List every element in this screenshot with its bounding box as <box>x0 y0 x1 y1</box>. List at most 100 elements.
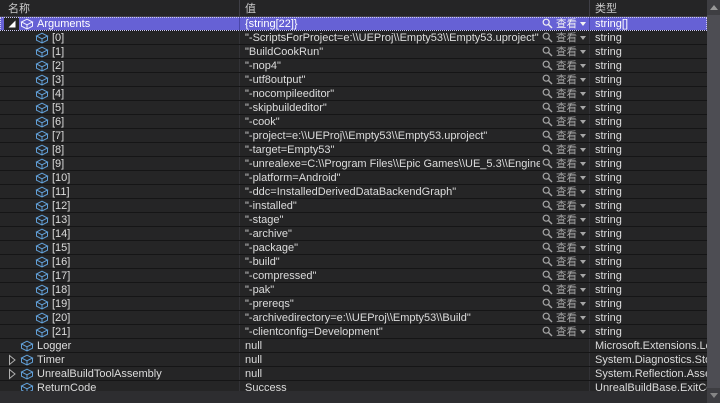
variable-name: Arguments <box>37 18 90 30</box>
table-row[interactable]: [3]"-utf8output"查看string <box>0 73 707 87</box>
view-value-button[interactable]: 查看 <box>540 101 589 114</box>
column-header-value[interactable]: 值 <box>240 0 590 16</box>
type-cell: string <box>590 227 707 240</box>
table-row[interactable]: Arguments{string[22]}查看string[] <box>0 17 707 31</box>
table-row[interactable]: [11]"-ddc=InstalledDerivedDataBackendGra… <box>0 185 707 199</box>
table-row[interactable]: [9]"-unrealexe=C:\\Program Files\\Epic G… <box>0 157 707 171</box>
view-value-button[interactable]: 查看 <box>540 325 589 338</box>
tree-expander[interactable] <box>4 17 19 30</box>
table-row[interactable]: [16]"-build"查看string <box>0 255 707 269</box>
view-dropdown-icon[interactable] <box>580 260 586 264</box>
view-value-button[interactable]: 查看 <box>540 185 589 198</box>
view-dropdown-icon[interactable] <box>580 232 586 236</box>
view-value-button[interactable]: 查看 <box>540 255 589 268</box>
table-row[interactable]: [12]"-installed"查看string <box>0 199 707 213</box>
view-dropdown-icon[interactable] <box>580 204 586 208</box>
variable-name: [9] <box>52 158 64 170</box>
view-dropdown-icon[interactable] <box>580 148 586 152</box>
tree-expander[interactable] <box>4 367 19 380</box>
view-dropdown-icon[interactable] <box>580 22 586 26</box>
column-header-name[interactable]: 名称 <box>0 0 240 16</box>
table-row[interactable]: [10]"-platform=Android"查看string <box>0 171 707 185</box>
view-value-button[interactable]: 查看 <box>540 115 589 128</box>
view-dropdown-icon[interactable] <box>580 330 586 334</box>
tree-expander[interactable] <box>4 353 19 366</box>
type-cell: Microsoft.Extensions.Lo... <box>590 339 707 352</box>
view-value-button[interactable]: 查看 <box>540 269 589 282</box>
field-icon-box <box>35 228 49 240</box>
view-value-button[interactable]: 查看 <box>540 45 589 58</box>
view-value-button[interactable]: 查看 <box>540 199 589 212</box>
field-icon-box <box>35 88 49 100</box>
vertical-scrollbar[interactable] <box>707 0 720 403</box>
view-dropdown-icon[interactable] <box>580 218 586 222</box>
view-dropdown-icon[interactable] <box>580 134 586 138</box>
view-dropdown-icon[interactable] <box>580 190 586 194</box>
scroll-up-button[interactable] <box>707 0 720 15</box>
variable-name: [4] <box>52 88 64 100</box>
view-dropdown-icon[interactable] <box>580 106 586 110</box>
magnifier-icon <box>542 32 553 43</box>
variable-name: [16] <box>52 256 70 268</box>
view-value-button[interactable]: 查看 <box>540 283 589 296</box>
view-value-button[interactable]: 查看 <box>540 227 589 240</box>
view-value-button[interactable]: 查看 <box>540 297 589 310</box>
view-dropdown-icon[interactable] <box>580 302 586 306</box>
value-cell: null <box>240 353 590 366</box>
view-dropdown-icon[interactable] <box>580 176 586 180</box>
table-row[interactable]: [19]"-prereqs"查看string <box>0 297 707 311</box>
view-value-button[interactable]: 查看 <box>540 171 589 184</box>
view-dropdown-icon[interactable] <box>580 36 586 40</box>
table-row[interactable]: [14]"-archive"查看string <box>0 227 707 241</box>
view-value-button[interactable]: 查看 <box>540 241 589 254</box>
view-value-button[interactable]: 查看 <box>540 31 589 44</box>
view-value-button[interactable]: 查看 <box>540 129 589 142</box>
table-row[interactable]: [8]"-target=Empty53"查看string <box>0 143 707 157</box>
view-value-button[interactable]: 查看 <box>540 73 589 86</box>
table-row[interactable]: [13]"-stage"查看string <box>0 213 707 227</box>
view-dropdown-icon[interactable] <box>580 288 586 292</box>
view-dropdown-icon[interactable] <box>580 78 586 82</box>
table-row[interactable]: [18]"-pak"查看string <box>0 283 707 297</box>
view-value-button[interactable]: 查看 <box>540 17 589 30</box>
value-cell: "-archivedirectory=e:\\UEProj\\Empty53\\… <box>240 311 590 324</box>
table-row[interactable]: [20]"-archivedirectory=e:\\UEProj\\Empty… <box>0 311 707 325</box>
view-dropdown-icon[interactable] <box>580 246 586 250</box>
table-row[interactable]: [4]"-nocompileeditor"查看string <box>0 87 707 101</box>
view-value-button[interactable]: 查看 <box>540 87 589 100</box>
table-row[interactable]: [21]"-clientconfig=Development"查看string <box>0 325 707 339</box>
table-row[interactable]: [5]"-skipbuildeditor"查看string <box>0 101 707 115</box>
table-row[interactable]: [1]"BuildCookRun"查看string <box>0 45 707 59</box>
view-dropdown-icon[interactable] <box>580 92 586 96</box>
view-value-button[interactable]: 查看 <box>540 143 589 156</box>
view-value-button[interactable]: 查看 <box>540 59 589 72</box>
table-row[interactable]: [17]"-compressed"查看string <box>0 269 707 283</box>
view-dropdown-icon[interactable] <box>580 50 586 54</box>
table-row[interactable]: [7]"-project=e:\\UEProj\\Empty53\\Empty5… <box>0 129 707 143</box>
view-value-button[interactable]: 查看 <box>540 157 589 170</box>
field-icon-box <box>35 102 49 114</box>
variable-value: null <box>245 354 589 366</box>
view-button-label: 查看 <box>556 297 577 310</box>
table-row[interactable]: LoggernullMicrosoft.Extensions.Lo... <box>0 339 707 353</box>
view-dropdown-icon[interactable] <box>580 274 586 278</box>
variable-type: System.Reflection.Asse... <box>595 368 707 380</box>
table-row[interactable]: UnrealBuildToolAssemblynullSystem.Reflec… <box>0 367 707 381</box>
table-row[interactable]: [15]"-package"查看string <box>0 241 707 255</box>
column-header-type[interactable]: 类型 <box>590 0 707 16</box>
scrollbar-thumb[interactable] <box>707 15 720 388</box>
table-row[interactable]: [2]"-nop4"查看string <box>0 59 707 73</box>
table-row[interactable]: TimernullSystem.Diagnostics.Sto... <box>0 353 707 367</box>
table-row[interactable]: [0]"-ScriptsForProject=e:\\UEProj\\Empty… <box>0 31 707 45</box>
view-dropdown-icon[interactable] <box>580 120 586 124</box>
table-row[interactable]: [6]"-cook"查看string <box>0 115 707 129</box>
variable-name: [8] <box>52 144 64 156</box>
view-value-button[interactable]: 查看 <box>540 213 589 226</box>
view-value-button[interactable]: 查看 <box>540 311 589 324</box>
view-dropdown-icon[interactable] <box>580 162 586 166</box>
variable-type: string <box>595 116 622 128</box>
view-dropdown-icon[interactable] <box>580 64 586 68</box>
view-dropdown-icon[interactable] <box>580 316 586 320</box>
scroll-down-button[interactable] <box>707 388 720 403</box>
variable-name: [3] <box>52 74 64 86</box>
